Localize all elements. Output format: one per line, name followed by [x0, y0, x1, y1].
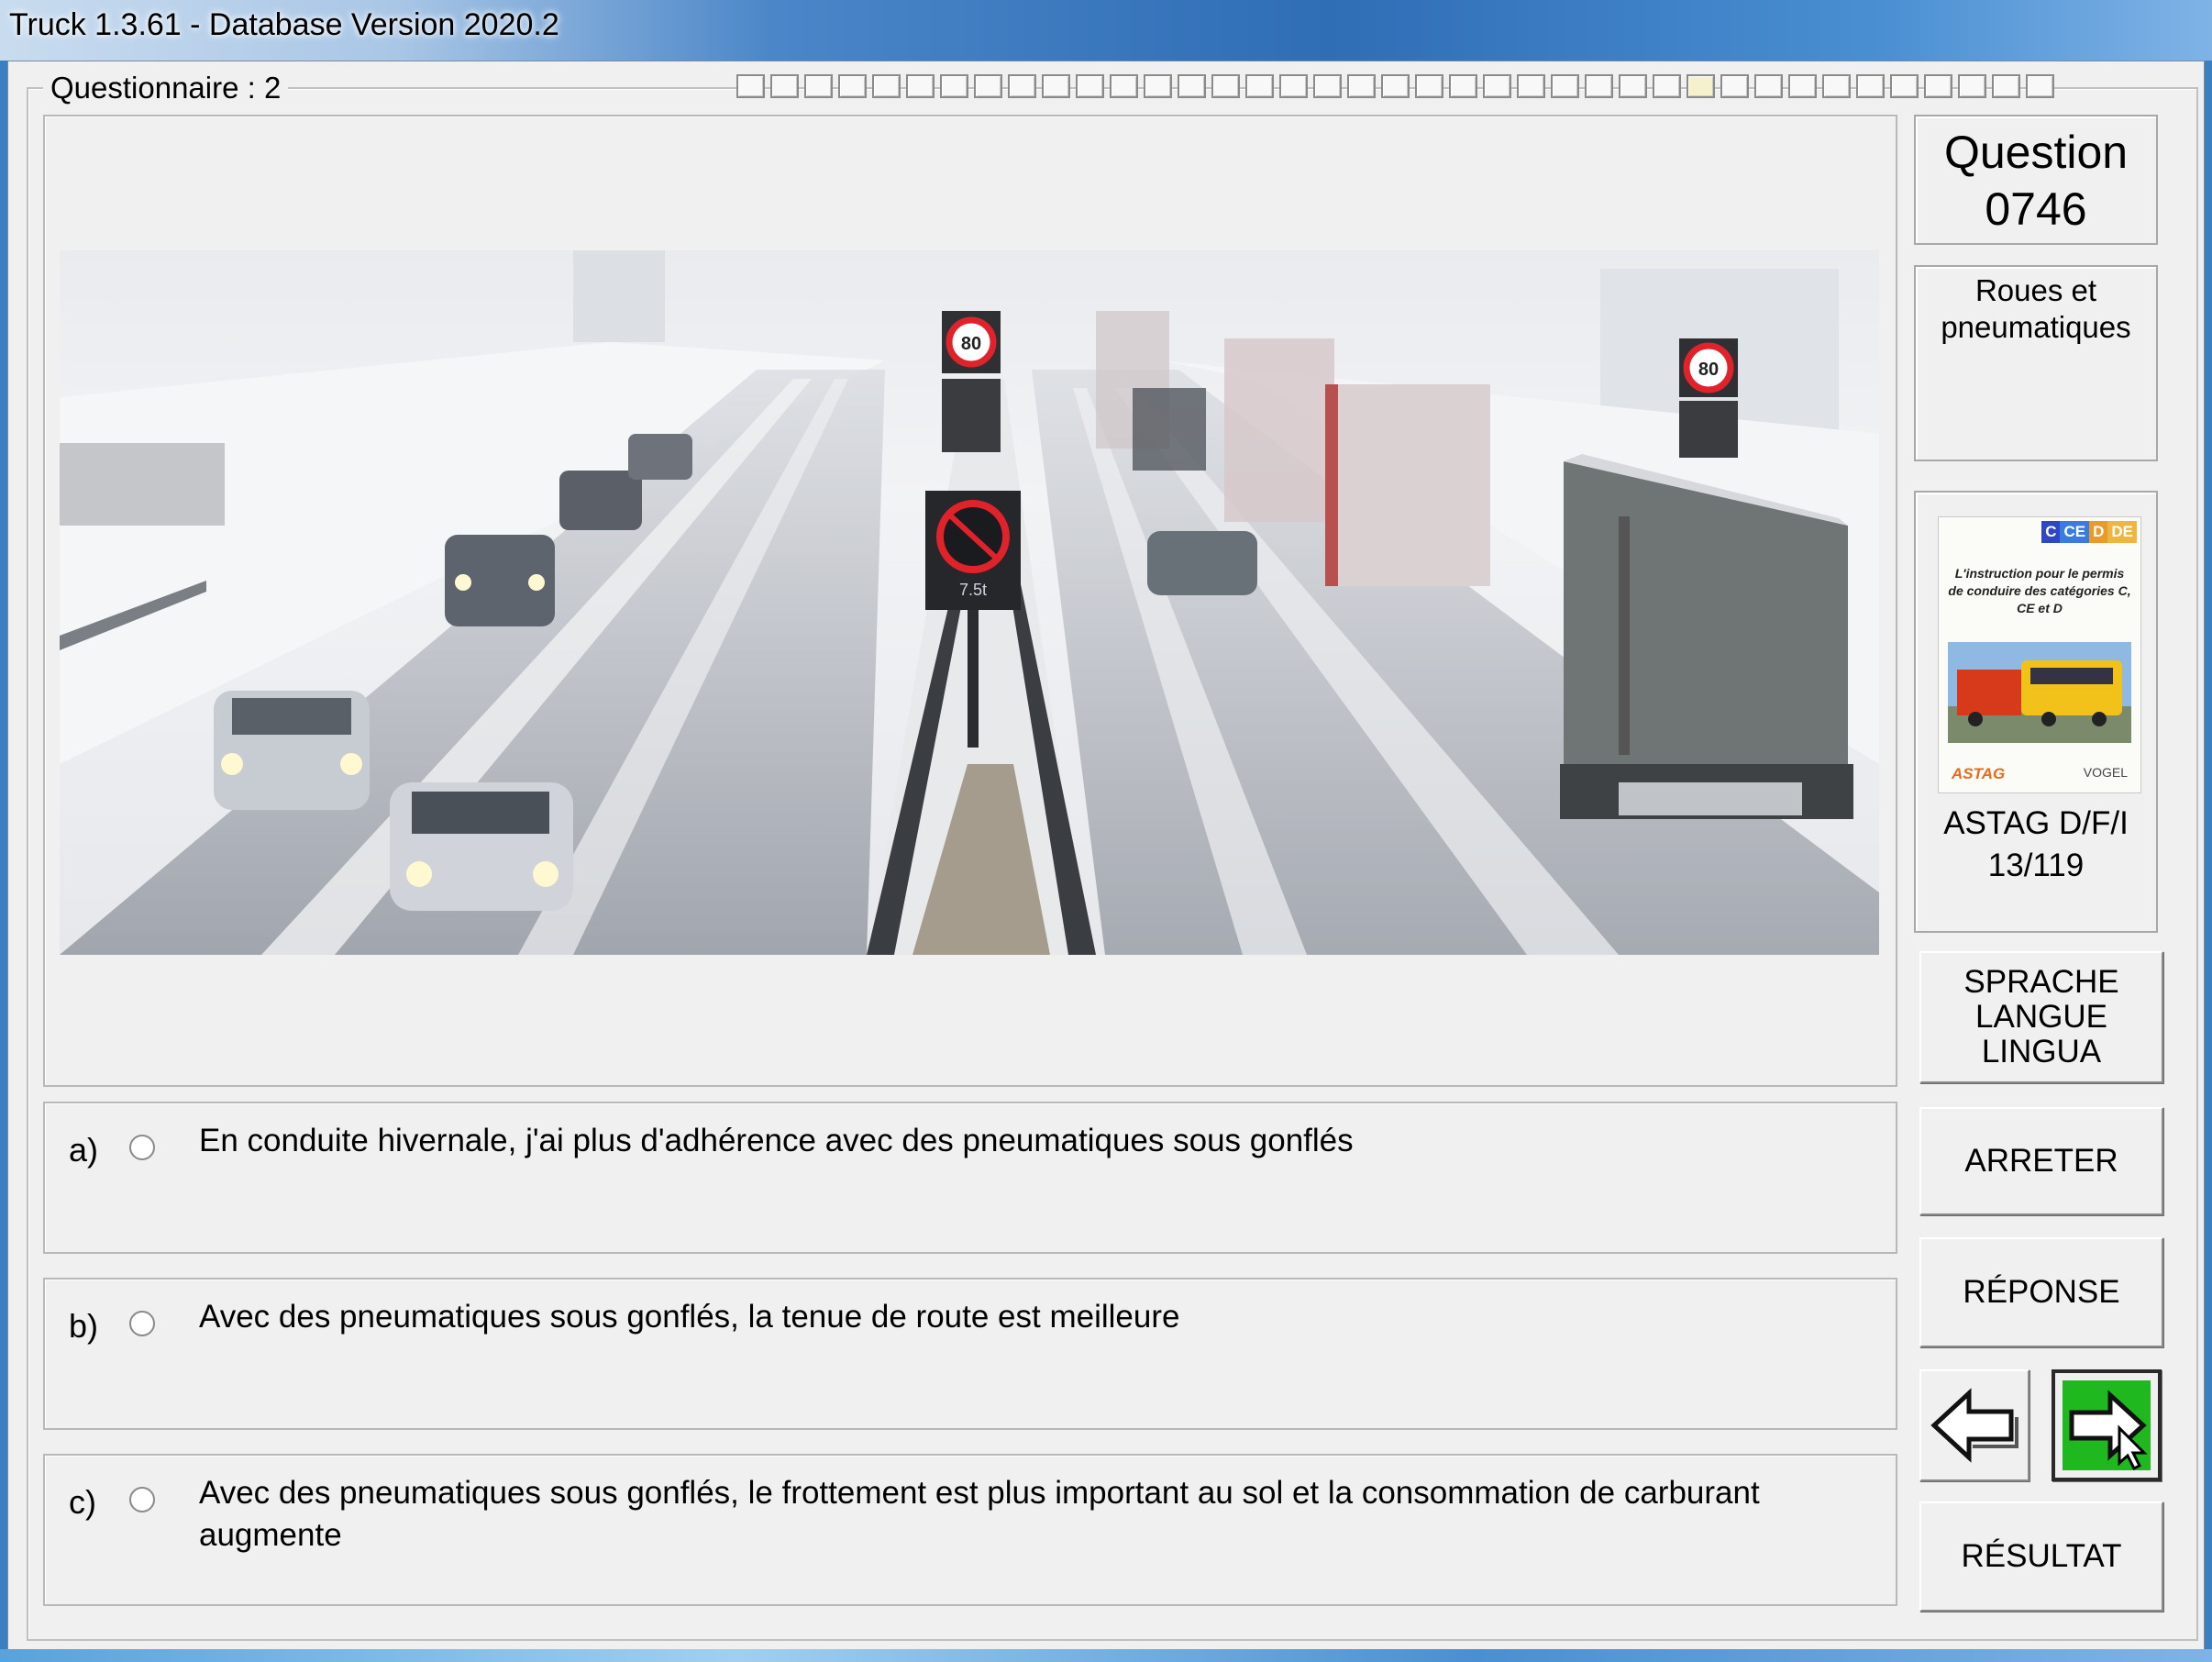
window-title: Truck 1.3.61 - Database Version 2020.2	[9, 7, 559, 42]
progress-cell	[770, 74, 799, 98]
progress-cell	[1076, 74, 1104, 98]
progress-cell	[1144, 74, 1172, 98]
progress-cell	[2026, 74, 2054, 98]
tag-c: C	[2041, 521, 2061, 543]
progress-cell	[838, 74, 867, 98]
window-bottom-border	[0, 1649, 2212, 1662]
question-progress-bar	[736, 74, 2054, 100]
question-category: Roues et pneumatiques	[1941, 273, 2131, 344]
progress-cell	[1110, 74, 1138, 98]
language-button[interactable]: SPRACHE LANGUE LINGUA	[1919, 951, 2163, 1083]
progress-cell	[1415, 74, 1443, 98]
category-panel: Roues et pneumatiques	[1914, 265, 2158, 461]
question-number-panel: Question 0746	[1914, 115, 2158, 245]
question-image-panel: 80 7.5t 80	[43, 115, 1897, 1087]
language-line-de: SPRACHE	[1963, 964, 2119, 1000]
answer-radio-a[interactable]	[129, 1135, 155, 1160]
astag-logo: ASTAG	[1952, 765, 2006, 782]
snowy-highway-image: 80 7.5t 80	[60, 250, 1879, 955]
answer-text: En conduite hivernale, j'ai plus d'adhér…	[199, 1123, 1354, 1158]
progress-cell	[906, 74, 935, 98]
question-photo: 80 7.5t 80	[60, 250, 1879, 955]
progress-cell	[1720, 74, 1749, 98]
progress-cell	[1924, 74, 1952, 98]
truck-bus-icon	[1948, 642, 2131, 743]
book-cover-image: C CE D DE L'instruction pour le permis d…	[1938, 516, 2141, 793]
language-line-fr: LANGUE	[1975, 999, 2107, 1035]
question-label: Question	[1943, 127, 2129, 178]
progress-cell	[940, 74, 968, 98]
answer-letter: b)	[69, 1307, 99, 1345]
questionnaire-label: Questionnaire : 2	[43, 71, 289, 105]
progress-cell	[1517, 74, 1545, 98]
book-subtitle: L'instruction pour le permis de conduire…	[1948, 566, 2131, 615]
progress-cell	[1178, 74, 1206, 98]
progress-cell	[1788, 74, 1817, 98]
progress-cell	[872, 74, 901, 98]
vogel-logo: VOGEL	[2083, 765, 2128, 780]
progress-cell	[1754, 74, 1783, 98]
result-button[interactable]: RÉSULTAT	[1919, 1501, 2163, 1612]
progress-cell	[1008, 74, 1036, 98]
progress-cell	[1279, 74, 1308, 98]
progress-cell	[1585, 74, 1613, 98]
progress-cell	[1890, 74, 1919, 98]
book-reference-panel: C CE D DE L'instruction pour le permis d…	[1914, 491, 2158, 933]
progress-cell	[1042, 74, 1070, 98]
answer-option-b[interactable]: b) Avec des pneumatiques sous gonflés, l…	[43, 1278, 1897, 1430]
book-source-name: ASTAG D/F/I	[1943, 805, 2129, 841]
next-question-button[interactable]	[2052, 1369, 2162, 1481]
app-window: Questionnaire : 2 80 7.5t 80 a) En condu…	[7, 61, 2205, 1651]
progress-cell	[1347, 74, 1376, 98]
progress-cell	[1551, 74, 1579, 98]
progress-cell	[736, 74, 765, 98]
show-answer-button[interactable]: RÉPONSE	[1919, 1237, 2163, 1347]
tag-ce: CE	[2060, 521, 2090, 543]
answer-radio-b[interactable]	[129, 1311, 155, 1336]
progress-cell	[1211, 74, 1240, 98]
progress-cell	[974, 74, 1002, 98]
progress-cell	[1992, 74, 2020, 98]
answer-option-a[interactable]: a) En conduite hivernale, j'ai plus d'ad…	[43, 1102, 1897, 1254]
answer-text: Avec des pneumatiques sous gonflés, le f…	[199, 1475, 1760, 1553]
progress-cell	[1483, 74, 1511, 98]
book-source: ASTAG D/F/I 13/119	[1916, 803, 2156, 887]
progress-cell	[1958, 74, 1986, 98]
tag-d: D	[2089, 521, 2108, 543]
progress-cell	[1245, 74, 1274, 98]
progress-cell	[1449, 74, 1477, 98]
speed-sign-right: 80	[1698, 360, 1719, 380]
question-number: 0746	[1985, 183, 2087, 235]
book-page: 13/119	[1987, 848, 2085, 883]
language-line-it: LINGUA	[1981, 1034, 2102, 1069]
answer-text: Avec des pneumatiques sous gonflés, la t…	[199, 1299, 1180, 1335]
tag-de: DE	[2107, 521, 2137, 543]
arrow-left-icon	[1930, 1388, 2018, 1463]
speed-sign-left: 80	[961, 334, 981, 354]
weight-plate: 7.5t	[959, 581, 987, 599]
progress-cell	[1619, 74, 1647, 98]
arrow-right-icon	[2063, 1380, 2151, 1471]
title-bar[interactable]: Truck 1.3.61 - Database Version 2020.2	[0, 0, 2212, 61]
answer-letter: a)	[69, 1131, 99, 1169]
answer-option-c[interactable]: c) Avec des pneumatiques sous gonflés, l…	[43, 1454, 1897, 1606]
progress-cell	[1822, 74, 1851, 98]
progress-cell	[1687, 74, 1715, 98]
answer-letter: c)	[69, 1483, 96, 1521]
progress-cell	[1653, 74, 1681, 98]
stop-button[interactable]: ARRETER	[1919, 1107, 2163, 1215]
progress-cell	[1856, 74, 1885, 98]
answer-radio-c[interactable]	[129, 1487, 155, 1512]
license-category-tags: C CE D DE	[2041, 521, 2137, 543]
progress-cell	[1313, 74, 1342, 98]
progress-cell	[804, 74, 833, 98]
previous-question-button[interactable]	[1919, 1369, 2030, 1481]
progress-cell	[1381, 74, 1410, 98]
